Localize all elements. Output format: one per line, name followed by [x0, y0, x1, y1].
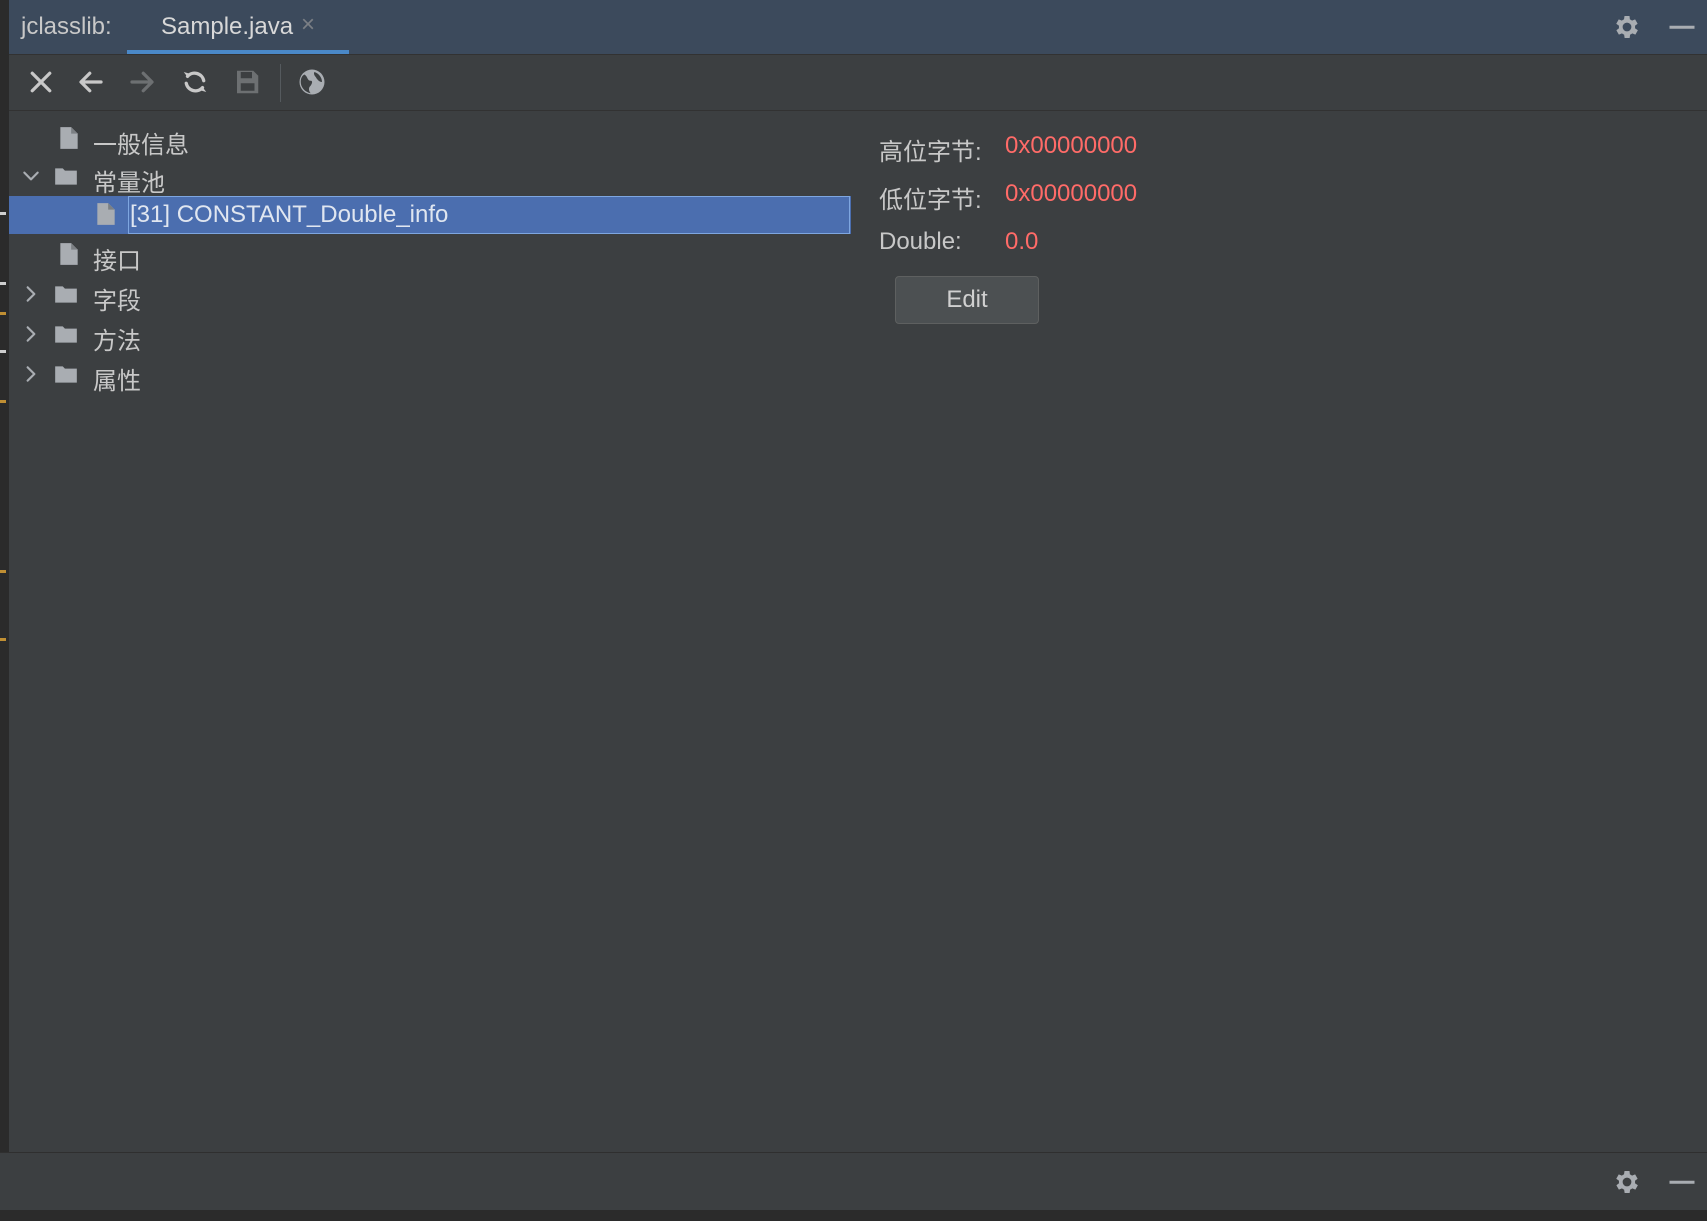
- edge-mark: [0, 638, 6, 641]
- tree-item-label: 一般信息: [93, 132, 189, 159]
- tree-item-label: 方法: [93, 328, 141, 355]
- web-icon[interactable]: [297, 67, 327, 97]
- chevron-right-icon[interactable]: [21, 324, 41, 344]
- minimize-icon[interactable]: [1667, 1167, 1697, 1197]
- folder-icon: [55, 286, 77, 303]
- tree-item-methods[interactable]: 方法: [9, 316, 851, 355]
- file-icon: [97, 203, 115, 225]
- bottom-edge-strip: [0, 1210, 1707, 1221]
- edge-mark: [0, 570, 6, 573]
- tree-item-constant-double-info[interactable]: [31] CONSTANT_Double_info: [9, 196, 851, 234]
- tree-item-label: 常量池: [93, 170, 165, 197]
- file-icon: [60, 127, 78, 149]
- class-structure-tree: 一般信息 常量池 [31] CONSTANT_Double_info 接口 字段…: [9, 116, 851, 436]
- bottom-tool-bar: [0, 1152, 1707, 1211]
- tree-item-fields[interactable]: 字段: [9, 276, 851, 315]
- left-edge-strip: [0, 0, 9, 1152]
- minimize-icon[interactable]: [1667, 12, 1697, 42]
- close-icon[interactable]: [26, 67, 56, 97]
- folder-icon: [55, 366, 77, 383]
- jclasslib-tool-window: jclasslib: Sample.java × 一般信息 常量池 [31] C…: [9, 0, 1707, 1152]
- back-arrow-icon[interactable]: [76, 67, 106, 97]
- folder-icon: [55, 326, 77, 343]
- tree-item-label: [31] CONSTANT_Double_info: [130, 201, 449, 228]
- tree-item-label: 字段: [93, 288, 141, 315]
- detail-label: Double:: [879, 228, 962, 255]
- tab-active-indicator: [127, 50, 349, 54]
- toolbar: [9, 55, 1707, 111]
- detail-label: 高位字节:: [879, 139, 982, 166]
- detail-label: 低位字节:: [879, 187, 982, 214]
- tree-item-label: 接口: [93, 248, 141, 275]
- chevron-right-icon[interactable]: [21, 284, 41, 304]
- file-icon: [60, 243, 78, 265]
- detail-value: 0x00000000: [1005, 180, 1138, 207]
- chevron-right-icon[interactable]: [21, 364, 41, 384]
- gear-icon[interactable]: [1612, 12, 1642, 42]
- edit-button[interactable]: Edit: [895, 276, 1039, 324]
- save-icon[interactable]: [232, 67, 262, 97]
- toolbar-separator: [280, 64, 281, 102]
- tab-sample-java[interactable]: Sample.java ×: [127, 0, 349, 54]
- forward-arrow-icon[interactable]: [127, 67, 157, 97]
- tree-item-constant-pool[interactable]: 常量池: [9, 158, 851, 197]
- tree-item-label: 属性: [93, 368, 141, 395]
- tool-window-title: jclasslib:: [21, 13, 112, 40]
- edge-mark: [0, 212, 6, 215]
- refresh-icon[interactable]: [180, 67, 210, 97]
- edge-mark: [0, 312, 6, 315]
- tree-item-attributes[interactable]: 属性: [9, 356, 851, 395]
- tree-item-interfaces[interactable]: 接口: [9, 236, 851, 275]
- chevron-down-icon[interactable]: [21, 166, 41, 186]
- detail-value: 0x00000000: [1005, 132, 1138, 159]
- detail-value: 0.0: [1005, 228, 1039, 255]
- tree-item-general-info[interactable]: 一般信息: [9, 120, 851, 159]
- detail-panel: 高位字节: 0x00000000 低位字节: 0x00000000 Double…: [879, 116, 1479, 416]
- tab-label: Sample.java: [161, 13, 294, 40]
- edge-mark: [0, 400, 6, 403]
- gear-icon[interactable]: [1612, 1167, 1642, 1197]
- tool-window-header: jclasslib: Sample.java ×: [9, 0, 1707, 55]
- edge-mark: [0, 350, 6, 353]
- edge-mark: [0, 282, 6, 285]
- tab-close-icon[interactable]: ×: [301, 11, 315, 39]
- folder-icon: [55, 168, 77, 185]
